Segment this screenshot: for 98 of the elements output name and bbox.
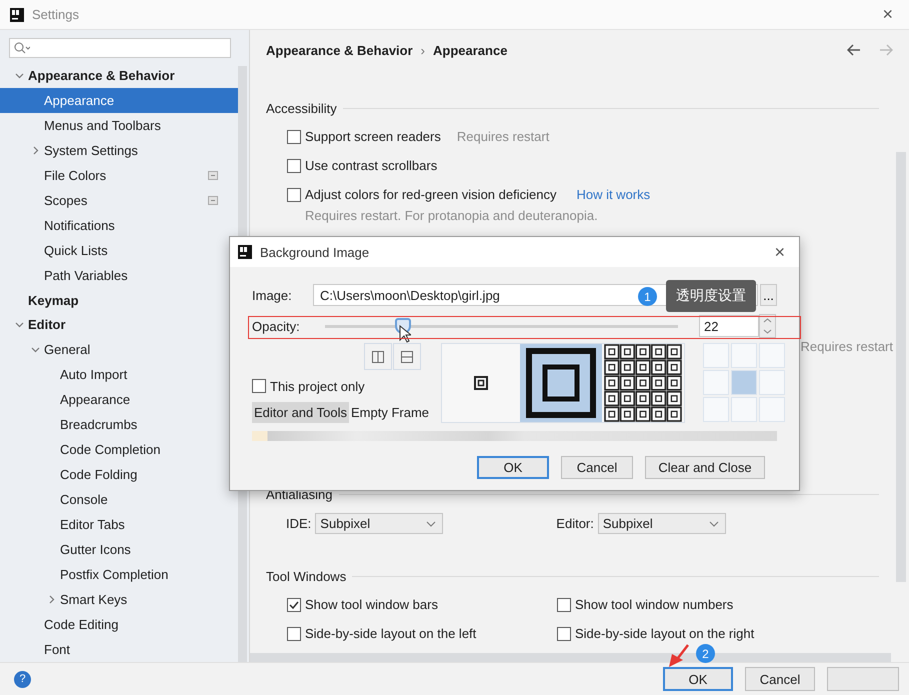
anchor-cell[interactable]: [731, 397, 758, 422]
anchor-cell[interactable]: [759, 370, 786, 395]
centered-icon: [474, 376, 488, 390]
fill-mode-option[interactable]: [602, 344, 684, 422]
tree-item[interactable]: Scopes: [0, 188, 238, 213]
clear-and-close-button[interactable]: Clear and Close: [645, 456, 765, 479]
anchor-cell[interactable]: [759, 397, 786, 422]
tree-item[interactable]: Postfix Completion: [0, 562, 238, 587]
tree-item[interactable]: Appearance: [0, 88, 238, 113]
hint-text: Requires restart: [456, 129, 550, 144]
checkbox[interactable]: [557, 598, 571, 612]
hint-text: Requires restart: [800, 339, 893, 356]
checkbox-label[interactable]: Adjust colors for red-green vision deficiency: [305, 187, 556, 202]
back-icon[interactable]: [847, 44, 861, 56]
project-icon: [208, 170, 218, 180]
checkbox[interactable]: [287, 158, 301, 172]
tree-item[interactable]: Code Editing: [0, 612, 238, 637]
columns-icon[interactable]: [364, 343, 392, 370]
tree-item[interactable]: Smart Keys: [0, 586, 238, 612]
window-title: Settings: [32, 7, 80, 22]
checkbox[interactable]: [252, 379, 266, 393]
tree-item[interactable]: System Settings: [0, 138, 238, 163]
tree-item[interactable]: Editor Tabs: [0, 512, 238, 538]
spinner[interactable]: [759, 314, 776, 338]
tree-item[interactable]: Menus and Toolbars: [0, 112, 238, 138]
anchor-cell[interactable]: [759, 343, 786, 368]
field-label: Opacity:: [252, 318, 301, 334]
help-link[interactable]: How it works: [576, 187, 650, 202]
ok-button[interactable]: OK: [477, 456, 549, 479]
checkbox-label[interactable]: Side-by-side layout on the right: [575, 626, 754, 641]
combo-label: IDE:: [286, 516, 312, 531]
app-logo-icon: [10, 8, 24, 22]
ok-button[interactable]: OK: [663, 667, 733, 691]
breadcrumb[interactable]: Appearance & Behavior: [266, 42, 413, 58]
project-icon: [208, 196, 218, 205]
checkbox-label[interactable]: This project only: [270, 378, 365, 394]
scaled-icon: [525, 347, 598, 419]
chevron-down-icon: [426, 520, 436, 526]
anchor-cell[interactable]: [731, 343, 758, 368]
search-field[interactable]: [9, 38, 231, 58]
field-label: Image:: [252, 288, 293, 302]
cancel-button[interactable]: Cancel: [561, 456, 633, 479]
tiled-icon: [604, 344, 682, 422]
step-badge: 2: [696, 644, 715, 663]
section-title: Tool Windows: [266, 568, 346, 584]
dropdown[interactable]: Subpixel: [315, 513, 444, 534]
anchor-cell[interactable]: [703, 370, 730, 395]
breadcrumb[interactable]: Appearance: [433, 42, 839, 58]
note-text: Requires restart. For protanopia and deuteranopia.: [304, 209, 599, 223]
checkbox-label[interactable]: Show tool window bars: [305, 597, 438, 612]
help-icon[interactable]: ?: [14, 670, 31, 688]
breadcrumb-separator: ›: [420, 42, 426, 58]
target-tab[interactable]: Empty Frame: [349, 402, 432, 422]
app-logo-icon: [238, 245, 252, 259]
chevron-right-icon[interactable]: [31, 146, 40, 155]
scrollbar[interactable]: [896, 152, 906, 582]
checkbox[interactable]: [287, 130, 301, 144]
checkbox-label[interactable]: Show tool window numbers: [575, 597, 734, 612]
opacity-field[interactable]: 22: [699, 315, 759, 337]
chevron-down-icon[interactable]: [15, 70, 24, 80]
search-icon: [14, 42, 30, 54]
tree-item[interactable]: Notifications: [0, 212, 238, 238]
section-title: Accessibility: [266, 100, 337, 116]
checkbox[interactable]: [557, 626, 571, 640]
tree-item[interactable]: Gutter Icons: [0, 537, 238, 562]
anchor-cell[interactable]: [703, 397, 730, 422]
chevron-down-icon: [708, 520, 719, 526]
anchor-cell[interactable]: [731, 370, 758, 395]
dialog-title: Background Image: [260, 244, 370, 260]
checkbox-label[interactable]: Support screen readers: [305, 129, 441, 144]
tree-item[interactable]: File Colors: [0, 162, 238, 188]
dropdown[interactable]: Subpixel: [598, 513, 726, 534]
section-title: Antialiasing: [266, 486, 332, 502]
target-tab[interactable]: Editor and Tools: [252, 402, 349, 422]
fill-mode-option[interactable]: [520, 344, 602, 422]
browse-button[interactable]: ...: [760, 284, 777, 306]
combo-label: Editor:: [556, 516, 594, 531]
tree-item[interactable]: General: [0, 337, 238, 362]
tree-item[interactable]: Editor: [0, 312, 238, 338]
chevron-right-icon[interactable]: [47, 594, 56, 604]
close-button[interactable]: ×: [768, 242, 791, 262]
cursor-icon: [399, 325, 411, 343]
rows-icon[interactable]: [393, 343, 422, 370]
tree-item[interactable]: Font: [0, 636, 238, 662]
annotation-tooltip: 透明度设置: [666, 280, 756, 312]
tree-item[interactable]: Appearance & Behavior: [0, 62, 238, 88]
checkbox[interactable]: [287, 626, 301, 640]
chevron-down-icon[interactable]: [31, 345, 40, 354]
cancel-button[interactable]: Cancel: [745, 667, 815, 691]
checkbox[interactable]: [287, 598, 301, 612]
anchor-cell[interactable]: [703, 343, 730, 368]
chevron-down-icon[interactable]: [15, 320, 24, 330]
tree-item[interactable]: Console: [0, 487, 238, 512]
close-button[interactable]: ×: [876, 4, 899, 25]
arrow: [666, 644, 690, 668]
checkbox-label[interactable]: Side-by-side layout on the left: [305, 626, 476, 641]
checkbox[interactable]: [287, 188, 301, 202]
checkbox-label[interactable]: Use contrast scrollbars: [305, 158, 438, 173]
